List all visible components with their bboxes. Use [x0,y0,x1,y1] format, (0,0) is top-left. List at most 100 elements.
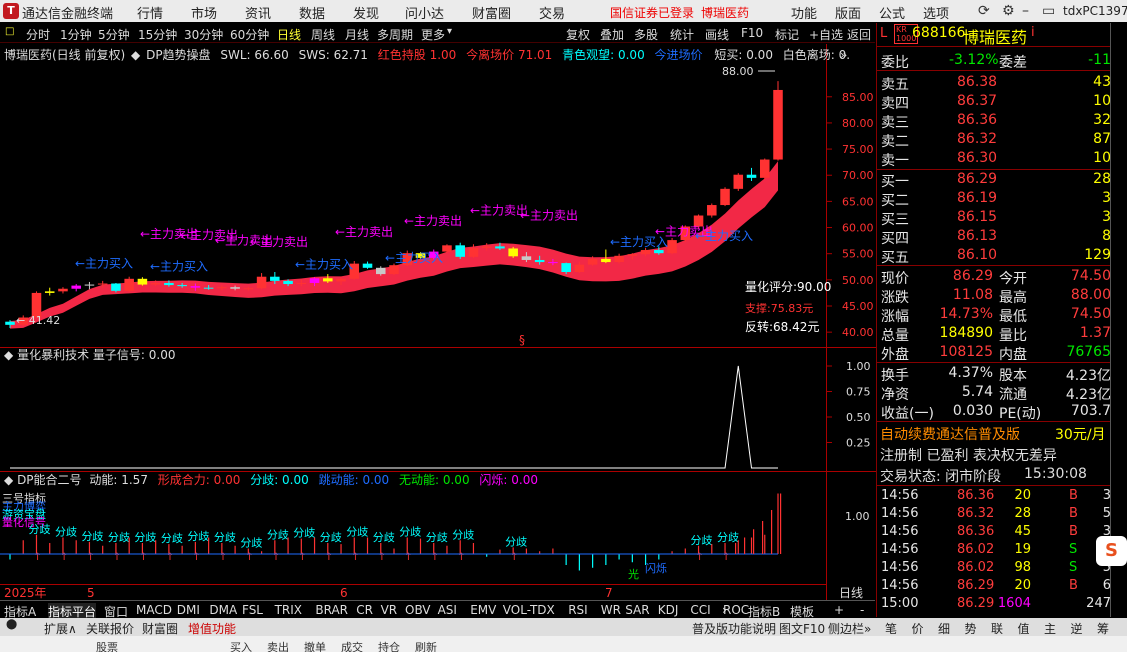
menu-wealth-circle[interactable]: 财富圈 [472,3,511,22]
period-tab[interactable]: 分时 [26,26,50,43]
f10-link[interactable]: 图文F10 [779,620,825,637]
trade-tab[interactable]: 持仓 [378,639,400,652]
x-axis-mode[interactable]: 日线 [839,586,863,600]
refresh-icon[interactable]: ⟳ [978,3,990,19]
candle[interactable] [44,287,55,296]
trade-tab[interactable]: 卖出 [267,639,289,652]
bid-row[interactable]: 买一 86.29 28 [879,170,1111,190]
quote-detail-tab[interactable]: 联 [991,620,1003,637]
quote-detail-tab[interactable]: 笔 [885,620,897,637]
period-tab-daily[interactable]: 日线 [277,26,301,43]
candle[interactable] [256,273,267,290]
extension-tab[interactable]: 财富圈 [142,620,178,637]
sidebar-link[interactable]: 侧边栏» [828,620,871,637]
candle[interactable] [508,246,518,258]
period-tab[interactable]: 15分钟 [138,26,177,43]
tick-row[interactable]: 14:56 86.36 45 B 3 [879,523,1111,541]
draw-line-button[interactable]: 画线 [705,26,729,43]
indicator-tab[interactable]: SAR [625,603,649,617]
menu-quotes[interactable]: 行情 [137,3,163,22]
chevron-down-icon[interactable]: ▾ [447,26,452,37]
ask-row[interactable]: 卖五 86.38 43 [879,73,1111,93]
indicator-tab[interactable]: MACD [136,603,172,617]
extension-tab[interactable]: 扩展∧ [44,620,77,637]
period-tab[interactable]: 周线 [311,26,335,43]
indicator-tab[interactable]: WR [601,603,621,617]
indicator-tab[interactable]: ROC [723,603,749,617]
indicator-tab[interactable]: DMI [177,603,200,617]
menu-trade[interactable]: 交易 [539,3,565,22]
bid-row[interactable]: 买五 86.10 129 [879,246,1111,266]
restore-rights-button[interactable]: 复权 [566,26,590,43]
stock-code[interactable]: 688166 [912,25,965,41]
candle[interactable] [707,203,717,218]
quote-detail-tab[interactable]: 势 [965,620,977,637]
period-tab[interactable]: 30分钟 [184,26,223,43]
candle[interactable] [746,167,757,181]
candle[interactable] [733,173,744,191]
indicator-tab[interactable]: ASI [438,603,457,617]
menu-discover[interactable]: 发现 [353,3,379,22]
extension-tab[interactable]: 关联报价 [86,620,134,637]
indicator-tab[interactable]: VOL-TDX [503,603,555,617]
chevron-right-icon[interactable]: › [722,603,727,617]
trade-tab[interactable]: 成交 [341,639,363,652]
quote-detail-tab[interactable]: 筹 [1097,620,1109,637]
ask-row[interactable]: 卖四 86.37 10 [879,92,1111,112]
mark-button[interactable]: 标记 [775,26,799,43]
indicator-tab[interactable]: RSI [568,603,588,617]
candle[interactable] [601,249,611,264]
indicator-tab[interactable]: VR [381,603,398,617]
info-icon[interactable]: i [1031,25,1035,40]
menu-layout[interactable]: 版面 [835,3,861,22]
candle[interactable] [58,287,68,294]
candle[interactable] [455,242,465,259]
menu-news[interactable]: 资讯 [245,3,271,22]
trade-tab[interactable]: 股票 [96,639,118,652]
quote-detail-tab[interactable]: 细 [938,620,950,637]
indicator-tab[interactable]: KDJ [658,603,679,617]
menu-formula[interactable]: 公式 [879,3,905,22]
candle[interactable] [720,187,730,207]
bid-row[interactable]: 买二 86.19 3 [879,189,1111,209]
user-id[interactable]: tdxPC1397 [1063,4,1127,18]
candle[interactable] [667,238,677,255]
period-tab-more[interactable]: 更多 [421,26,445,43]
menu-assistant[interactable]: 问小达 [405,3,444,22]
period-tab[interactable]: 多周期 [377,26,413,43]
stock-name[interactable]: 博瑞医药 [963,24,1027,48]
trade-tab[interactable]: 买入 [230,639,252,652]
menu-options[interactable]: 选项 [923,3,949,22]
period-tab[interactable]: 60分钟 [230,26,269,43]
chevron-down-icon[interactable]: □ [5,26,14,37]
quote-detail-tab[interactable]: 值 [1018,620,1030,637]
multi-stock-button[interactable]: 多股 [634,26,658,43]
quote-detail-tab[interactable]: 逆 [1071,620,1083,637]
promo-text[interactable]: 自动续费通达信普及版 [880,424,1020,444]
tick-row[interactable]: 14:56 86.29 20 B 6 [879,577,1111,595]
indicator-tab[interactable]: EMV [470,603,496,617]
menu-data[interactable]: 数据 [299,3,325,22]
menu-function[interactable]: 功能 [791,3,817,22]
login-status[interactable]: 国信证券已登录 [610,4,694,21]
zoom-out-button[interactable]: - [860,603,864,617]
overlay-button[interactable]: 叠加 [600,26,624,43]
indicator-tab[interactable]: CCI [690,603,710,617]
candle[interactable] [773,81,783,161]
chart-area[interactable]: 博瑞医药(日线 前复权) ◆ DP趋势操盘 SWL: 66.60 SWS: 62… [0,44,876,600]
tick-row[interactable]: 14:56 86.32 28 B 5 [879,505,1111,523]
toggle-icon[interactable]: ⬤ [6,619,17,630]
add-watchlist-button[interactable]: +自选 [809,26,843,43]
tick-row[interactable]: 14:5686.0219S4 [879,541,1111,559]
restore-icon[interactable]: ▭ [1042,3,1055,19]
indicator-tab[interactable]: OBV [405,603,431,617]
tick-row[interactable]: 14:56 86.02 98 S 5 [879,559,1111,577]
period-tab[interactable]: 5分钟 [98,26,130,43]
period-tab[interactable]: 1分钟 [60,26,92,43]
settings-icon[interactable]: ⚙ [1002,3,1015,19]
info-expand-arrow[interactable]: » [840,48,847,62]
promo-row[interactable]: 自动续费通达信普及版 30元/月 [879,423,1111,444]
ask-row[interactable]: 卖二 86.32 87 [879,130,1111,150]
title-stock[interactable]: 博瑞医药 [701,4,749,21]
extension-tab[interactable]: 增值功能 [188,620,236,637]
